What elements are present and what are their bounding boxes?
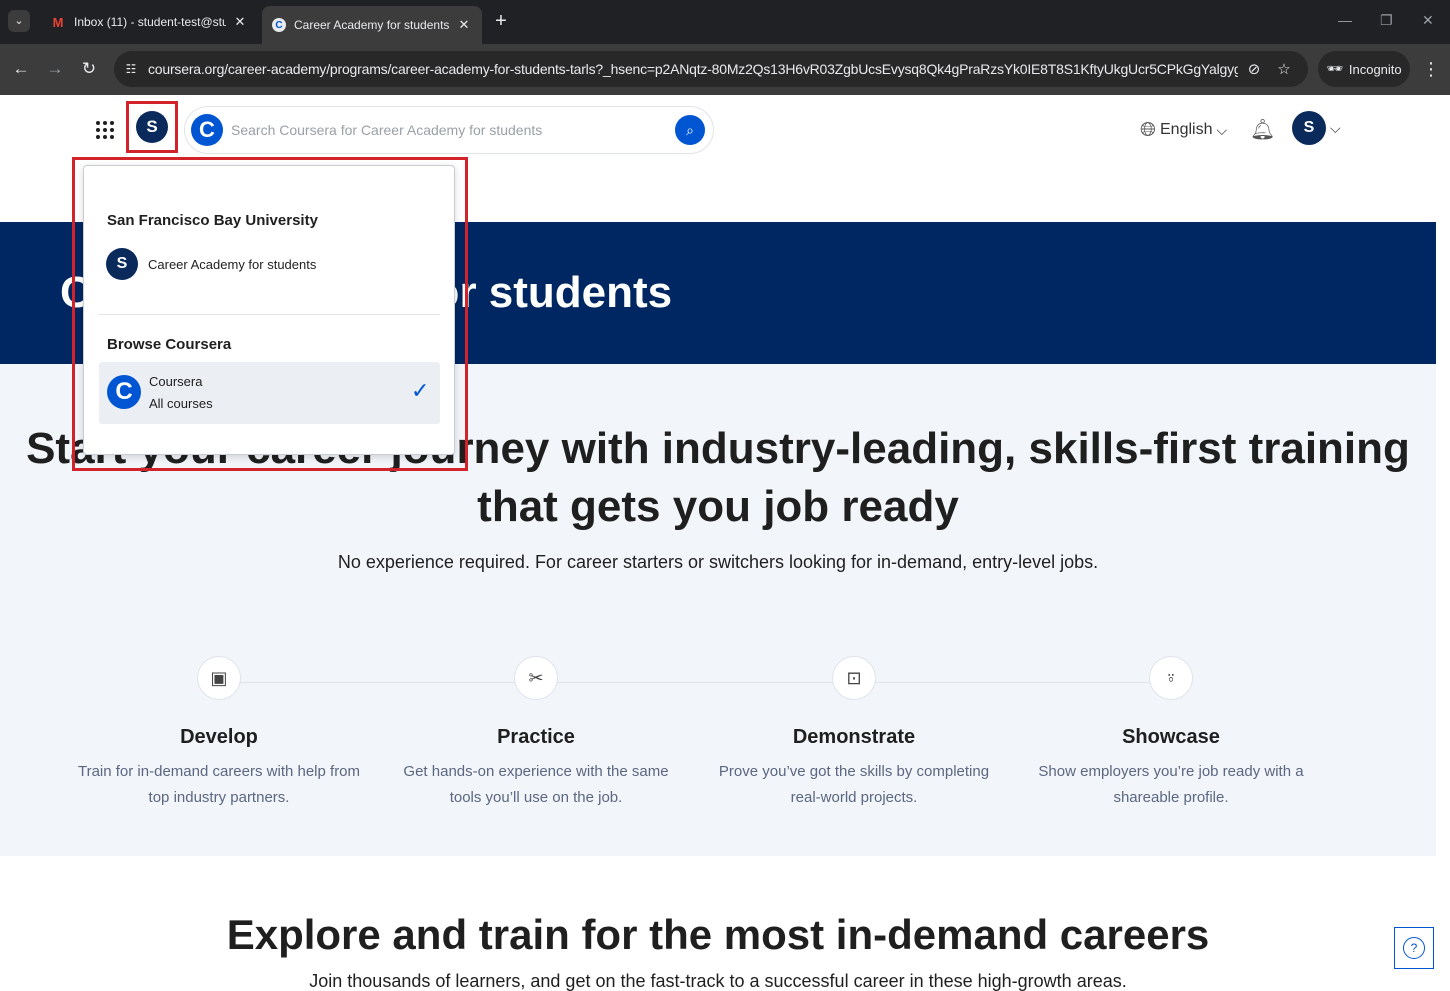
checkmark-icon: ✓ [411,378,430,403]
step-description: Get hands-on experience with the same to… [403,763,669,806]
eye-off-icon[interactable]: ⊘ [1244,60,1264,80]
org-switcher-button[interactable]: S [126,101,178,153]
search-button[interactable]: ⌕ [675,115,705,145]
bookmark-star-icon[interactable]: ☆ [1274,60,1294,80]
org-item-career-academy[interactable]: S Career Academy for students [106,248,316,280]
browse-item-subtitle: All courses [149,396,213,411]
user-avatar: S [1292,111,1326,145]
tab-gmail-inbox[interactable]: M Inbox (11) - student-test@stud ✕ [40,6,258,38]
browser-tab-bar: ⌄ M Inbox (11) - student-test@stud ✕ C C… [0,0,1450,44]
user-menu[interactable]: S ⌵ [1292,111,1341,145]
search-bar: C ⌕ [184,106,714,154]
intro-subtitle: No experience required. For career start… [337,552,1099,572]
dropdown-section-title: Browse Coursera [107,336,232,353]
org-switcher-dropdown: San Francisco Bay University S Career Ac… [83,165,455,455]
org-item-avatar: S [106,248,138,280]
language-selector[interactable]: 🌐︎ English ⌵ [1140,117,1227,143]
certificate-icon: ▣ [197,656,241,700]
notifications-bell-icon[interactable]: 🔔︎ [1250,117,1275,143]
step-description: Prove you’ve got the skills by completin… [718,763,990,806]
chevron-down-icon: ⌵ [1216,121,1228,138]
step-title: Showcase [1122,726,1220,748]
reload-icon[interactable]: ↻ [78,58,100,80]
dropdown-divider [98,314,440,315]
globe-icon: 🌐︎ [1140,118,1156,141]
briefcase-icon: ⊡ [832,656,876,700]
apps-grid-icon[interactable] [96,121,114,139]
tab-title: Inbox (11) - student-test@stud [74,15,226,29]
back-icon[interactable]: ← [10,58,32,80]
chevron-down-icon: ⌵ [1330,119,1341,136]
coursera-logo[interactable]: C [191,114,223,146]
new-tab-button[interactable]: + [490,10,512,32]
browser-toolbar: ← → ↻ ☷ coursera.org/career-academy/prog… [0,44,1450,95]
step-title: Develop [180,726,258,748]
language-label: English [1160,121,1213,138]
minimize-icon[interactable]: — [1338,12,1352,28]
step-description: Train for in-demand careers with help fr… [77,763,361,806]
org-item-label: Career Academy for students [148,256,317,272]
browse-coursera-item[interactable]: C Coursera All courses ✓ [99,362,440,424]
step-develop: ▣ Develop Train for in-demand careers wi… [69,656,369,811]
site-info-icon[interactable]: ☷ [122,60,140,78]
browse-item-title: Coursera [149,374,203,389]
tab-search-chevron-icon[interactable]: ⌄ [8,10,30,32]
help-icon: ? [1403,937,1425,959]
address-bar[interactable]: ☷ coursera.org/career-academy/programs/c… [114,51,1308,87]
step-title: Practice [497,726,575,748]
coursera-icon: C [272,18,286,32]
search-input[interactable] [231,119,671,141]
step-title: Demonstrate [792,726,916,748]
person-icon: ⍤ [1149,656,1193,700]
step-showcase: ⍤ Showcase Show employers you’re job rea… [1021,656,1321,811]
explore-subtitle: Join thousands of learners, and get on t… [309,971,1127,991]
browser-menu-icon[interactable]: ⋮ [1422,58,1440,80]
tab-title: Career Academy for students | C [294,18,450,32]
forward-icon[interactable]: → [44,58,66,80]
page-content: S C ⌕ 🌐︎ English ⌵ 🔔︎ S ⌵ Career Academy… [0,95,1450,991]
incognito-icon: 🕶 [1326,61,1343,76]
incognito-label: Incognito [1348,61,1402,77]
step-demonstrate: ⊡ Demonstrate Prove you’ve got the skill… [704,656,1004,811]
dropdown-section-title: San Francisco Bay University [107,212,318,229]
step-practice: ✂ Practice Get hands-on experience with … [386,656,686,811]
tab-career-academy[interactable]: C Career Academy for students | C ✕ [262,6,482,44]
restore-icon[interactable]: ❐ [1380,12,1393,29]
close-tab-icon[interactable]: ✕ [232,14,248,30]
step-description: Show employers you’re job ready with a s… [1038,763,1304,806]
coursera-logo-icon: C [107,375,141,409]
explore-title: Explore and train for the most in-demand… [226,911,1210,958]
tools-icon: ✂ [514,656,558,700]
incognito-badge[interactable]: 🕶 Incognito [1318,51,1410,87]
org-avatar: S [136,111,168,143]
close-window-icon[interactable]: ✕ [1422,12,1434,29]
url-text[interactable]: coursera.org/career-academy/programs/car… [148,61,1238,77]
close-tab-icon[interactable]: ✕ [456,17,472,33]
gmail-icon: M [52,14,64,30]
help-button[interactable]: ? [1394,927,1434,969]
search-icon: ⌕ [686,122,694,138]
